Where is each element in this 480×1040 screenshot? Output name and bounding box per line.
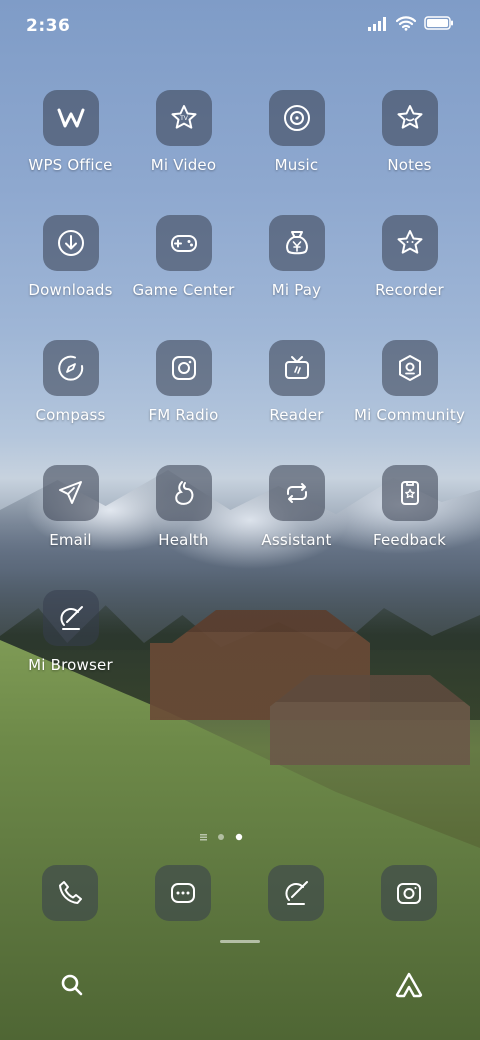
app-label: Assistant [261, 531, 332, 549]
mi-video-icon[interactable]: TV [155, 90, 212, 146]
reader-icon[interactable] [268, 340, 325, 396]
app-mi-browser[interactable]: Mi Browser [14, 590, 127, 674]
wifi-icon [396, 16, 416, 31]
email-icon[interactable] [42, 465, 99, 521]
assistant-triangle-icon[interactable] [394, 971, 424, 999]
app-reader[interactable]: Reader [240, 340, 353, 424]
mi-community-icon[interactable] [381, 340, 438, 396]
app-mi-video[interactable]: TV Mi Video [127, 90, 240, 174]
notes-icon[interactable] [381, 90, 438, 146]
app-label: Mi Video [150, 156, 217, 174]
app-label: Mi Browser [28, 656, 113, 674]
app-email[interactable]: Email [14, 465, 127, 549]
wps-icon[interactable] [42, 90, 99, 146]
app-fm-radio[interactable]: FM Radio [127, 340, 240, 424]
svg-text:TV: TV [179, 115, 189, 122]
app-feedback[interactable]: Feedback [353, 465, 466, 549]
app-recorder[interactable]: Recorder [353, 215, 466, 299]
app-compass[interactable]: Compass [14, 340, 127, 424]
mi-browser-icon[interactable] [42, 590, 99, 646]
phone-icon[interactable] [42, 865, 98, 921]
app-label: Music [274, 156, 319, 174]
app-music[interactable]: Music [240, 90, 353, 174]
messages-icon[interactable] [155, 865, 211, 921]
app-label: Mi Community [353, 406, 466, 424]
app-label: FM Radio [148, 406, 219, 424]
app-label: Reader [269, 406, 324, 424]
mi-pay-icon[interactable] [268, 215, 325, 271]
app-label: Health [158, 531, 209, 549]
health-icon[interactable] [155, 465, 212, 521]
page-indicator[interactable] [198, 832, 258, 842]
recorder-icon[interactable] [381, 215, 438, 271]
dock [0, 865, 480, 925]
app-label: Notes [387, 156, 432, 174]
app-wps-office[interactable]: WPS Office [14, 90, 127, 174]
wallpaper-house-2 [270, 675, 470, 765]
app-label: Email [49, 531, 92, 549]
app-assistant[interactable]: Assistant [240, 465, 353, 549]
music-icon[interactable] [268, 90, 325, 146]
search-icon[interactable] [58, 971, 86, 999]
app-label: Feedback [372, 531, 447, 549]
camera-icon[interactable] [381, 865, 437, 921]
compass-icon[interactable] [42, 340, 99, 396]
app-mi-pay[interactable]: Mi Pay [240, 215, 353, 299]
app-label: WPS Office [28, 156, 113, 174]
app-game-center[interactable]: Game Center [127, 215, 240, 299]
battery-icon [424, 16, 453, 30]
assistant-icon[interactable] [268, 465, 325, 521]
game-center-icon[interactable] [155, 215, 212, 271]
app-notes[interactable]: Notes [353, 90, 466, 174]
bottom-bar [0, 965, 480, 1005]
app-mi-community[interactable]: Mi Community [353, 340, 466, 424]
feedback-icon[interactable] [381, 465, 438, 521]
app-label: Compass [35, 406, 106, 424]
app-downloads[interactable]: Downloads [14, 215, 127, 299]
browser-icon[interactable] [268, 865, 324, 921]
app-health[interactable]: Health [127, 465, 240, 549]
app-label: Downloads [28, 281, 113, 299]
app-label: Game Center [132, 281, 235, 299]
app-label: Recorder [375, 281, 444, 299]
signal-icon [368, 17, 386, 31]
status-bar: 2:36 [0, 0, 480, 52]
app-label: Mi Pay [271, 281, 322, 299]
fm-radio-icon[interactable] [155, 340, 212, 396]
downloads-icon[interactable] [42, 215, 99, 271]
dock-handle [220, 940, 260, 943]
status-time: 2:36 [26, 16, 71, 36]
